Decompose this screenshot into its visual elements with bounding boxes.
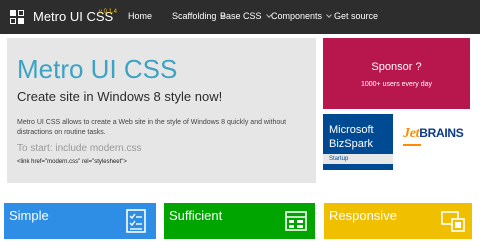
sponsor-subtitle: 1000+ users every day (360, 81, 432, 88)
tile-sufficient-label: Sufficient (169, 208, 223, 223)
tile-responsive-label: Responsive (329, 208, 397, 223)
metro-logo-icon[interactable] (10, 10, 24, 24)
responsive-devices-icon (441, 211, 465, 232)
nav-item-components[interactable]: Components (271, 11, 332, 21)
nav-item-base-css[interactable]: Base CSS (220, 11, 272, 21)
hero-start-text: To start: include modern.css (17, 143, 142, 154)
bizspark-line-3: Startup (323, 154, 393, 164)
sponsor-title: Sponsor ? (371, 61, 422, 73)
tile-simple-label: Simple (9, 208, 49, 223)
bizspark-line-2: BizSpark (329, 138, 374, 150)
sponsor-tile[interactable]: Sponsor ? 1000+ users every day (323, 38, 470, 109)
jetbrains-jet: Jet (403, 126, 420, 141)
chevron-down-icon (326, 12, 332, 18)
grid-layout-icon (285, 211, 307, 231)
checklist-icon (126, 209, 146, 233)
tile-simple[interactable]: Simple (4, 203, 156, 239)
bizspark-line-1: Microsoft (329, 124, 374, 136)
hero-description: Metro UI CSS allows to create a Web site… (17, 119, 287, 136)
tile-responsive[interactable]: Responsive (324, 203, 472, 239)
hero-panel: Metro UI CSS Create site in Windows 8 st… (7, 38, 316, 183)
jetbrains-wordmark: JetBRAINS (403, 126, 464, 142)
jetbrains-brains: BRAINS (419, 126, 464, 140)
hero-code-snippet: <link href="modern.css" rel="stylesheet"… (17, 159, 127, 165)
jetbrains-underline (403, 144, 421, 146)
tile-sufficient[interactable]: Sufficient (164, 203, 315, 239)
nav-item-scaffolding[interactable]: Scaffolding (172, 11, 227, 21)
nav-item-get-source[interactable]: Get source (334, 11, 378, 21)
bizspark-logo[interactable]: Microsoft BizSpark Startup (323, 114, 393, 170)
hero-subtitle: Create site in Windows 8 style now! (17, 89, 223, 104)
version-badge: v 0.1.4 (99, 9, 118, 15)
hero-title: Metro UI CSS (17, 54, 178, 84)
jetbrains-logo[interactable]: JetBRAINS (400, 114, 470, 170)
top-navbar: Metro UI CSS v 0.1.4 Home Scaffolding Ba… (0, 0, 480, 34)
nav-item-home[interactable]: Home (128, 11, 152, 21)
